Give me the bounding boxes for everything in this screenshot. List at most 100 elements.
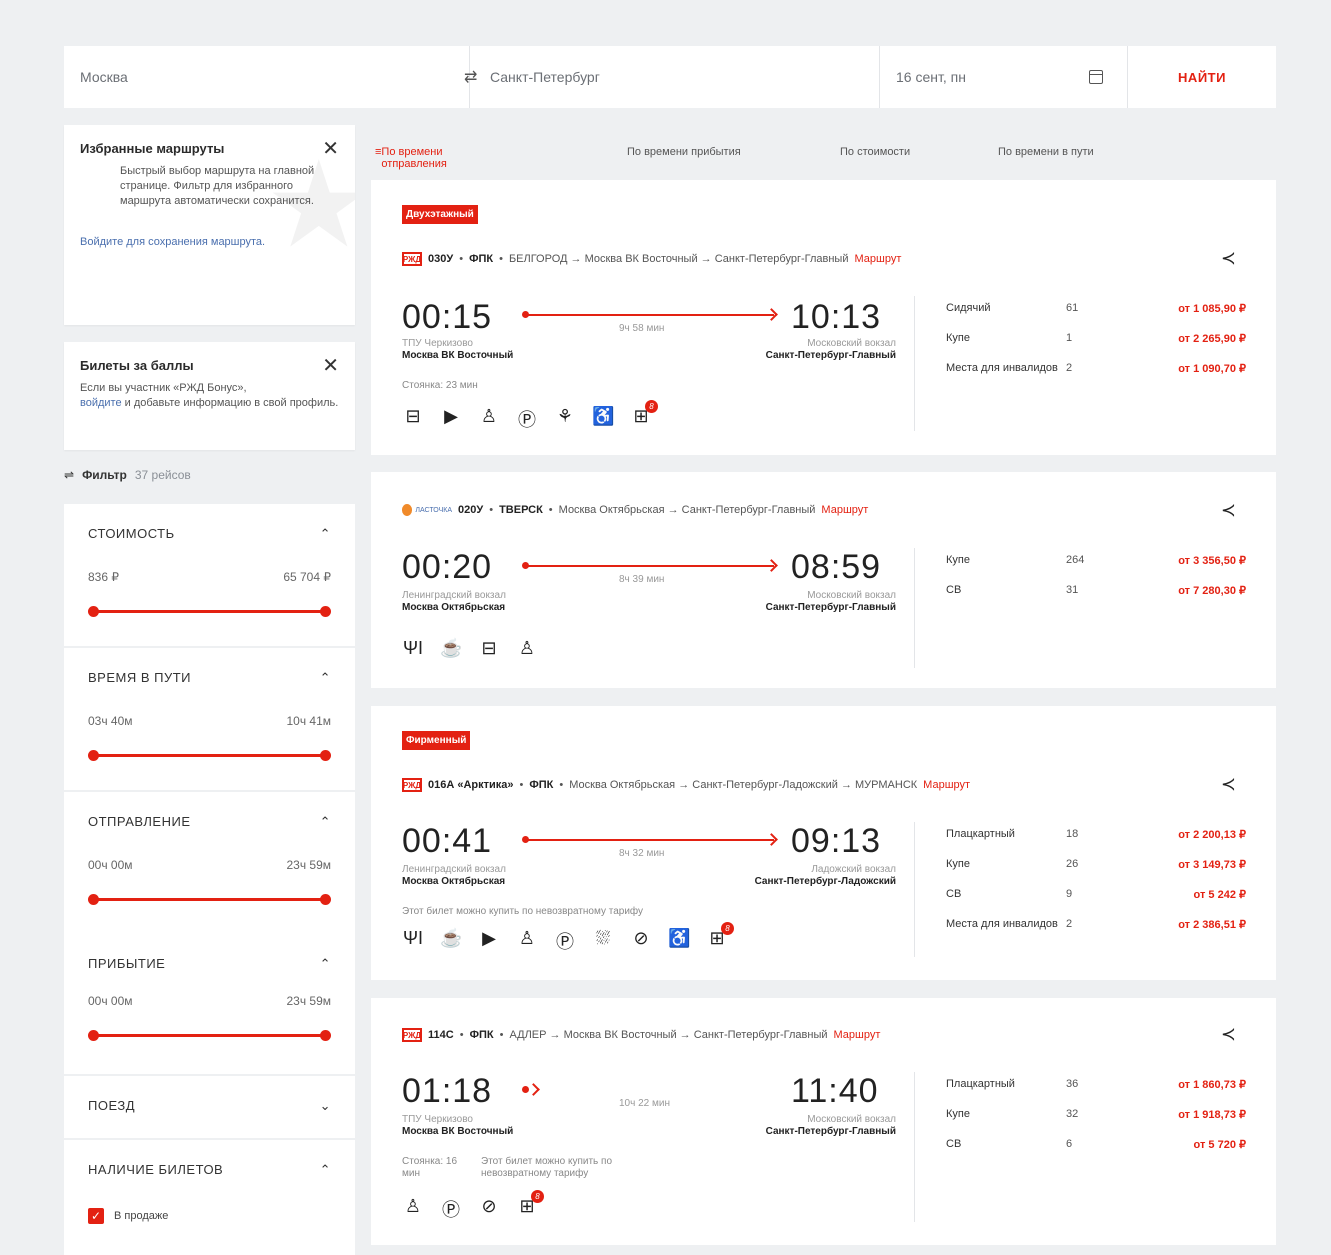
- train-carrier: ФПК: [469, 253, 494, 265]
- seat-class: Плацкартный: [946, 1078, 1015, 1090]
- arrival-station: Московский вокзал Санкт-Петербург-Главный: [731, 590, 896, 614]
- arrival-station: Московский вокзал Санкт-Петербург-Главный: [731, 1114, 896, 1138]
- seat-row[interactable]: Купе 264 от 3 356,50 ₽: [946, 554, 1246, 584]
- checkmark-icon: ✓: [88, 1208, 104, 1224]
- seat-row[interactable]: Купе 1 от 2 265,90 ₽: [946, 332, 1246, 362]
- sort-tab-travel-time[interactable]: По времени в пути: [998, 146, 1094, 158]
- bonus-login-link[interactable]: войдите: [80, 397, 122, 409]
- to-field[interactable]: ⇄ Санкт-Петербург: [464, 46, 880, 108]
- slider-handle-min[interactable]: [88, 606, 99, 617]
- seat-price: от 1 860,73 ₽: [1178, 1079, 1246, 1091]
- train-card[interactable]: РЖД 114С • ФПК • АДЛЕР → Москва ВК Восточн…: [371, 998, 1276, 1245]
- seat-class: Сидячий: [946, 302, 991, 314]
- toilet-icon: ♙: [518, 638, 536, 658]
- seat-row[interactable]: Плацкартный 18 от 2 200,13 ₽: [946, 828, 1246, 858]
- price-slider[interactable]: [88, 606, 331, 617]
- amenity-count: 8: [531, 1190, 544, 1203]
- seat-qty: 31: [1066, 584, 1079, 596]
- chevron-up-icon[interactable]: ⌃: [320, 526, 331, 542]
- date-field[interactable]: 16 сент, пн: [880, 46, 1128, 108]
- seat-qty: 2: [1066, 918, 1073, 930]
- departure-station: ТПУ Черкизово Москва ВК Восточный: [402, 1114, 513, 1138]
- train-card[interactable]: ЛАСТОЧКА 020У • ТВЕРСК • Москва Октябрьска…: [371, 472, 1276, 688]
- calendar-icon[interactable]: [1089, 70, 1103, 84]
- seat-row[interactable]: Места для инвалидов 2 от 1 090,70 ₽: [946, 362, 1246, 392]
- share-icon[interactable]: ≺: [1221, 248, 1236, 269]
- sort-tab-price[interactable]: По стоимости: [840, 146, 910, 158]
- route-link[interactable]: Маршрут: [821, 504, 868, 516]
- range-min: 836 ₽: [88, 570, 119, 584]
- departure-slider[interactable]: [88, 894, 331, 905]
- from-field[interactable]: Москва: [64, 46, 470, 108]
- seat-row[interactable]: СВ 9 от 5 242 ₽: [946, 888, 1246, 918]
- slider-handle-min[interactable]: [88, 1030, 99, 1041]
- parking-icon: Ⓟ: [518, 410, 536, 430]
- luggage-icon: ⊞ 8: [516, 1190, 544, 1222]
- train-route: РЖД 016А «Арктика» • ФПК • Москва Октябрьс…: [402, 778, 971, 792]
- slider-handle-max[interactable]: [320, 1030, 331, 1041]
- filter-header[interactable]: ⇌ Фильтр 37 рейсов: [64, 468, 191, 482]
- train-card[interactable]: Фирменный РЖД 016А «Арктика» • ФПК • Москв…: [371, 706, 1276, 980]
- arrival-time: 08:59: [791, 548, 882, 586]
- share-icon[interactable]: ≺: [1221, 1024, 1236, 1045]
- departure-time: 00:41: [402, 822, 493, 860]
- seat-row[interactable]: Места для инвалидов 2 от 2 386,51 ₽: [946, 918, 1246, 948]
- seat-list: Плацкартный 36 от 1 860,73 ₽ Купе 32 от 1 91…: [946, 1078, 1246, 1168]
- seat-row[interactable]: Купе 26 от 3 149,73 ₽: [946, 858, 1246, 888]
- chevron-up-icon[interactable]: ⌃: [320, 814, 331, 830]
- amenity-count: 8: [645, 400, 658, 413]
- close-icon[interactable]: ✕: [322, 139, 339, 159]
- seat-row[interactable]: СВ 6 от 5 720 ₽: [946, 1138, 1246, 1168]
- sort-tab-arrival[interactable]: По времени прибытия: [627, 146, 741, 158]
- filter-price: Стоимость ⌃ 836 ₽ 65 704 ₽: [64, 504, 355, 648]
- arrival-slider[interactable]: [88, 1030, 331, 1041]
- seat-row[interactable]: Купе 32 от 1 918,73 ₽: [946, 1108, 1246, 1138]
- station-name: Москва ВК Восточный: [402, 1126, 514, 1137]
- slider-handle-max[interactable]: [320, 894, 331, 905]
- sort-tab-departure[interactable]: ≡ По времени отправления: [375, 146, 447, 170]
- route-link[interactable]: Маршрут: [834, 1029, 881, 1041]
- share-icon[interactable]: ≺: [1221, 774, 1236, 795]
- slider-handle-min[interactable]: [88, 894, 99, 905]
- filter-departure-header[interactable]: Отправление ⌃: [88, 814, 331, 830]
- route-link[interactable]: Маршрут: [854, 253, 901, 265]
- filter-train[interactable]: Поезд ⌄: [64, 1076, 355, 1140]
- route-link[interactable]: Маршрут: [923, 779, 970, 791]
- slider-handle-max[interactable]: [320, 606, 331, 617]
- toilet-icon: ♙: [518, 928, 536, 948]
- slider-handle-min[interactable]: [88, 750, 99, 761]
- range-max: 65 704 ₽: [283, 570, 331, 584]
- filter-price-header[interactable]: Стоимость ⌃: [88, 526, 331, 542]
- slider-handle-max[interactable]: [320, 750, 331, 761]
- seat-price: от 5 720 ₽: [1193, 1139, 1246, 1151]
- seat-price: от 5 242 ₽: [1193, 889, 1246, 901]
- share-icon[interactable]: ≺: [1221, 500, 1236, 521]
- chevron-up-icon[interactable]: ⌃: [320, 956, 331, 972]
- filter-departure: Отправление ⌃ 00ч 00м 23ч 59м: [64, 792, 355, 936]
- bed-icon: ⊟: [481, 638, 497, 658]
- train-card[interactable]: Двухэтажный РЖД 030У • ФПК • БЕЛГОРОД → Мо…: [371, 180, 1276, 455]
- swap-icon[interactable]: ⇄: [464, 67, 477, 87]
- station-hub: Ладожский вокзал: [811, 864, 896, 875]
- filter-title: Поезд: [88, 1098, 135, 1113]
- station-hub: ТПУ Черкизово: [402, 1114, 473, 1125]
- amenities: ΨΙ ☕ ⊟ ♙: [402, 638, 538, 659]
- chevron-up-icon[interactable]: ⌃: [320, 670, 331, 686]
- food-icon: ΨΙ: [402, 928, 424, 948]
- seat-row[interactable]: Плацкартный 36 от 1 860,73 ₽: [946, 1078, 1246, 1108]
- filter-availability-header[interactable]: Наличие билетов ⌃: [88, 1162, 331, 1178]
- chevron-down-icon[interactable]: ⌄: [320, 1098, 331, 1114]
- travel-time-slider[interactable]: [88, 750, 331, 761]
- close-icon[interactable]: ✕: [322, 356, 339, 376]
- favorites-login-link[interactable]: Войдите для сохранения маршрута.: [80, 236, 265, 248]
- station-name: Москва Октябрьская: [402, 876, 506, 887]
- bonus-text-1: Если вы участник «РЖД Бонус»,: [80, 382, 247, 394]
- in-sale-checkbox[interactable]: ✓ В продаже: [88, 1208, 331, 1224]
- chevron-up-icon[interactable]: ⌃: [320, 1162, 331, 1178]
- seat-row[interactable]: Сидячий 61 от 1 085,90 ₽: [946, 302, 1246, 332]
- filter-arrival-header[interactable]: Прибытие ⌃: [88, 956, 331, 972]
- filter-travel-time-header[interactable]: Время в пути ⌃: [88, 670, 331, 686]
- seat-row[interactable]: СВ 31 от 7 280,30 ₽: [946, 584, 1246, 614]
- seat-class: СВ: [946, 888, 962, 900]
- find-button[interactable]: НАЙТИ: [1128, 46, 1276, 108]
